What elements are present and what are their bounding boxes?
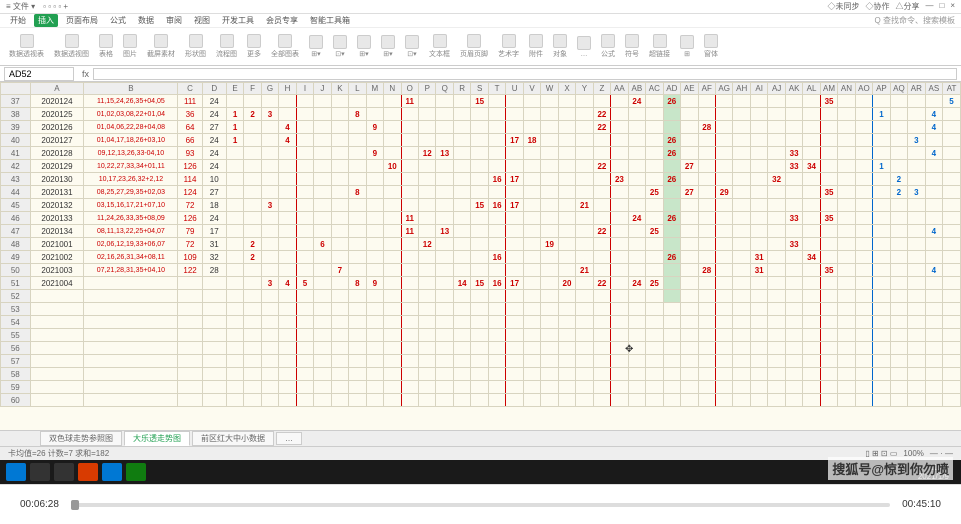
task-icon[interactable] <box>54 463 74 481</box>
tab-tools[interactable]: 智能工具箱 <box>306 14 354 27</box>
tab-formula[interactable]: 公式 <box>106 14 130 27</box>
sheet-tab-0[interactable]: 双色球走势参照图 <box>40 431 122 446</box>
ribbon-icon[interactable] <box>220 34 234 48</box>
ribbon-icon[interactable] <box>653 34 667 48</box>
start-button[interactable] <box>6 463 26 481</box>
ribbon-icon[interactable] <box>309 35 323 49</box>
ribbon-icon[interactable] <box>433 34 447 48</box>
file-menu[interactable]: ≡ 文件 ▾ <box>6 1 35 12</box>
formula-bar: AD52 fx <box>0 66 961 82</box>
ribbon-icon[interactable] <box>502 34 516 48</box>
tab-home[interactable]: 开始 <box>6 14 30 27</box>
ribbon-icon[interactable] <box>529 34 543 48</box>
ribbon-icon[interactable] <box>680 35 694 49</box>
ribbon-icon[interactable] <box>601 34 615 48</box>
ribbon-icon[interactable] <box>357 35 371 49</box>
app-icon-2[interactable] <box>102 463 122 481</box>
tab-dev[interactable]: 开发工具 <box>218 14 258 27</box>
close-icon[interactable]: × <box>950 1 955 12</box>
sheet-tabs: 双色球走势参照图 大乐透走势图 前区红大中小数据 … <box>0 430 961 446</box>
ribbon-icon[interactable] <box>65 34 79 48</box>
play-time: 00:06:28 <box>20 499 59 510</box>
tab-data[interactable]: 数据 <box>134 14 158 27</box>
video-player: 00:06:28 00:45:10 <box>0 484 961 524</box>
ribbon-icon[interactable] <box>625 34 639 48</box>
ribbon-icon[interactable] <box>333 35 347 49</box>
ribbon-icon[interactable] <box>20 34 34 48</box>
progress-bar[interactable] <box>71 503 890 507</box>
ribbon-icon[interactable] <box>553 34 567 48</box>
status-bar: 卡均值=26 计数=7 求和=182 ▯ ⊞ ⊡ ▭ 100% — · — <box>0 446 961 460</box>
sheet-tab-more[interactable]: … <box>276 432 302 445</box>
cell-reference[interactable]: AD52 <box>4 67 74 81</box>
cursor-icon: ✥ <box>625 344 633 355</box>
ribbon-tabs: 开始 插入 页面布局 公式 数据 审阅 视图 开发工具 会员专享 智能工具箱 Q… <box>0 14 961 28</box>
tab-review[interactable]: 审阅 <box>162 14 186 27</box>
ribbon-icon[interactable] <box>278 34 292 48</box>
ribbon-icon[interactable] <box>405 35 419 49</box>
ribbon-icon[interactable] <box>704 34 718 48</box>
ribbon-icon[interactable] <box>381 35 395 49</box>
ribbon-icon[interactable] <box>189 34 203 48</box>
ribbon-icon[interactable] <box>123 34 137 48</box>
tab-insert[interactable]: 插入 <box>34 14 58 27</box>
ribbon-icon[interactable] <box>154 34 168 48</box>
status-stats: 卡均值=26 计数=7 求和=182 <box>8 448 109 459</box>
tab-view[interactable]: 视图 <box>190 14 214 27</box>
ribbon: 数据透视表数据透视图表格图片截屏素材形状图流程图更多全部图表⊞▾⊡▾⊞▾⊞▾⊡▾… <box>0 28 961 66</box>
ribbon-icon[interactable] <box>577 36 591 50</box>
min-icon[interactable]: — <box>925 1 933 12</box>
titlebar: ≡ 文件 ▾ ▫ ▫ ▫ ▫ + ◇未同步 ◇协作 △分享 — □ × <box>0 0 961 14</box>
watermark: 搜狐号@惊到你勿喷 <box>828 457 953 480</box>
sheet-tab-1[interactable]: 大乐透走势图 <box>124 431 190 446</box>
formula-input[interactable] <box>93 68 957 80</box>
ribbon-icon[interactable] <box>467 34 481 48</box>
win-icon[interactable]: ▫ ▫ ▫ ▫ + <box>43 2 68 11</box>
ribbon-icon[interactable] <box>99 34 113 48</box>
app-icon-3[interactable] <box>126 463 146 481</box>
sync-status[interactable]: ◇未同步 <box>827 1 859 12</box>
total-time: 00:45:10 <box>902 499 941 510</box>
collab[interactable]: ◇协作 <box>865 1 889 12</box>
spreadsheet[interactable]: ABCDEFGHIJKLMNOPQRSTUVWXYZAAABACADAEAFAG… <box>0 82 961 430</box>
tab-member[interactable]: 会员专享 <box>262 14 302 27</box>
share[interactable]: △分享 <box>895 1 919 12</box>
sheet-tab-2[interactable]: 前区红大中小数据 <box>192 431 274 446</box>
fx-icon[interactable]: fx <box>78 69 93 79</box>
ribbon-icon[interactable] <box>247 34 261 48</box>
taskbar: 11:372021/1/9 <box>0 460 961 484</box>
tab-layout[interactable]: 页面布局 <box>62 14 102 27</box>
max-icon[interactable]: □ <box>939 1 944 12</box>
search-icon[interactable] <box>30 463 50 481</box>
app-icon-1[interactable] <box>78 463 98 481</box>
search-box[interactable]: Q 查找命令、搜索模板 <box>875 15 955 26</box>
